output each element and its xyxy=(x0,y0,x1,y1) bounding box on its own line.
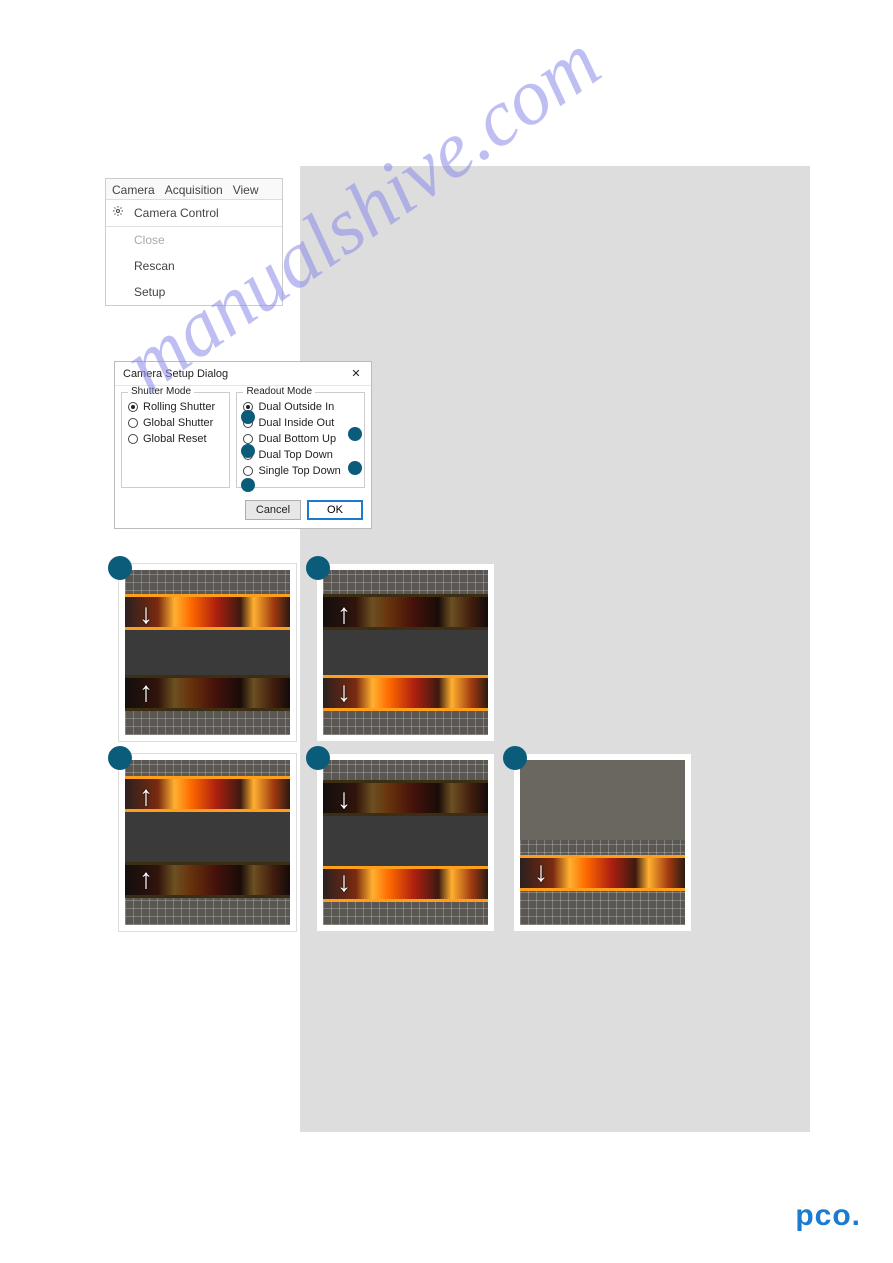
thumb-top-down: ↓ ↓ xyxy=(316,753,495,932)
thumb-marker-top-down xyxy=(306,746,330,770)
thumb-bottom-up: ↑ ↑ xyxy=(118,753,297,932)
menu-item-label: Camera Control xyxy=(134,206,219,220)
menu-screenshot: Camera Acquisition View Camera Control C… xyxy=(105,178,283,306)
thumb-marker-single-top-down xyxy=(503,746,527,770)
thumb-marker-bottom-up xyxy=(108,746,132,770)
radio-label: Single Top Down xyxy=(258,465,340,477)
thumb-image: ↓ ↓ xyxy=(323,760,488,925)
arrow-down-icon: ↓ xyxy=(534,858,548,886)
dialog-button-bar: Cancel OK xyxy=(115,494,371,528)
thumb-marker-inside-out xyxy=(306,556,330,580)
radio-label: Dual Bottom Up xyxy=(258,433,336,445)
thumb-inside-out: ↑ ↓ xyxy=(316,563,495,742)
thumb-marker-outside-in xyxy=(108,556,132,580)
menu-item-rescan[interactable]: Rescan xyxy=(106,253,282,279)
radio-global-shutter[interactable]: Global Shutter xyxy=(128,415,223,431)
thumb-image: ↓ xyxy=(520,760,685,925)
radio-icon xyxy=(243,434,253,444)
radio-icon xyxy=(243,466,253,476)
thumb-image: ↑ ↑ xyxy=(125,760,290,925)
arrow-down-icon: ↓ xyxy=(337,678,351,706)
radio-icon xyxy=(128,402,138,412)
radio-dual-outside-in[interactable]: Dual Outside In xyxy=(243,399,358,415)
gear-icon xyxy=(112,205,124,217)
radio-single-top-down[interactable]: Single Top Down xyxy=(243,463,358,479)
menu-camera[interactable]: Camera xyxy=(112,183,155,197)
menu-bar: Camera Acquisition View xyxy=(106,179,282,200)
menu-item-close: Close xyxy=(106,227,282,253)
dialog-title-text: Camera Setup Dialog xyxy=(123,368,228,380)
radio-label: Dual Outside In xyxy=(258,401,334,413)
shutter-legend: Shutter Mode xyxy=(128,386,194,397)
marker-bottom-up-left xyxy=(241,444,255,458)
radio-dual-top-down[interactable]: Dual Top Down xyxy=(243,447,358,463)
menu-item-label: Close xyxy=(134,233,165,247)
arrow-up-icon: ↑ xyxy=(139,782,153,810)
menu-item-camera-control[interactable]: Camera Control xyxy=(106,200,282,227)
thumb-single-top-down: ↓ xyxy=(513,753,692,932)
arrow-up-icon: ↑ xyxy=(139,865,153,893)
ok-button[interactable]: OK xyxy=(307,500,363,520)
menu-acquisition[interactable]: Acquisition xyxy=(165,183,223,197)
menu-item-label: Rescan xyxy=(134,259,175,273)
arrow-down-icon: ↓ xyxy=(337,868,351,896)
menu-item-setup[interactable]: Setup xyxy=(106,279,282,305)
marker-single-top-down-left xyxy=(241,478,255,492)
marker-inside-out-right xyxy=(348,427,362,441)
arrow-up-icon: ↑ xyxy=(337,600,351,628)
thumb-image: ↑ ↓ xyxy=(323,570,488,735)
radio-label: Global Shutter xyxy=(143,417,213,429)
menu-item-label: Setup xyxy=(134,285,165,299)
menu-view[interactable]: View xyxy=(233,183,259,197)
radio-label: Global Reset xyxy=(143,433,207,445)
readout-legend: Readout Mode xyxy=(243,386,315,397)
radio-dual-inside-out[interactable]: Dual Inside Out xyxy=(243,415,358,431)
radio-label: Dual Inside Out xyxy=(258,417,334,429)
menu-dropdown: Camera Control Close Rescan Setup xyxy=(106,200,282,305)
arrow-up-icon: ↑ xyxy=(139,678,153,706)
thumb-image: ↓ ↑ xyxy=(125,570,290,735)
arrow-down-icon: ↓ xyxy=(337,785,351,813)
radio-icon xyxy=(128,434,138,444)
radio-global-reset[interactable]: Global Reset xyxy=(128,431,223,447)
arrow-down-icon: ↓ xyxy=(139,600,153,628)
dialog-titlebar: Camera Setup Dialog ✕ xyxy=(115,362,371,386)
marker-top-down-right xyxy=(348,461,362,475)
radio-icon xyxy=(128,418,138,428)
thumb-outside-in: ↓ ↑ xyxy=(118,563,297,742)
radio-label: Rolling Shutter xyxy=(143,401,215,413)
brand-logo: pco. xyxy=(795,1199,861,1233)
cancel-button[interactable]: Cancel xyxy=(245,500,301,520)
shutter-mode-group: Shutter Mode Rolling Shutter Global Shut… xyxy=(121,392,230,488)
readout-mode-group: Readout Mode Dual Outside In Dual Inside… xyxy=(236,392,365,488)
radio-rolling-shutter[interactable]: Rolling Shutter xyxy=(128,399,223,415)
radio-label: Dual Top Down xyxy=(258,449,332,461)
close-icon[interactable]: ✕ xyxy=(349,367,363,380)
radio-dual-bottom-up[interactable]: Dual Bottom Up xyxy=(243,431,358,447)
marker-outside-in-left xyxy=(241,410,255,424)
